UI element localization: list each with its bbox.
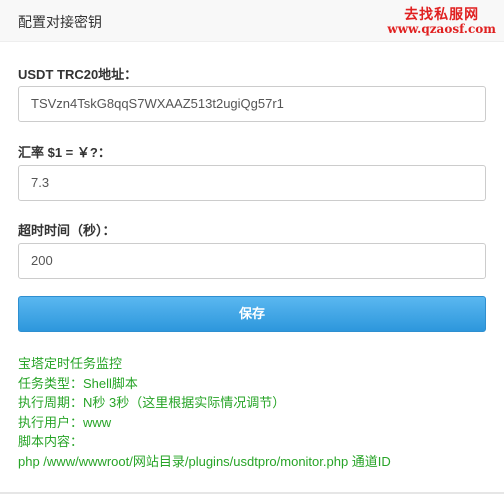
timeout-label: 超时时间（秒）： [18,223,116,238]
exchange-rate-label: 汇率 $1 = ￥?： [18,145,111,160]
watermark-logo: 去找私服网 www.qzaosf.com [387,8,496,36]
timeout-input[interactable]: 200 [18,243,486,279]
dialog-titlebar: 配置对接密钥 去找私服网 www.qzaosf.com [0,0,504,42]
exchange-rate-input[interactable]: 7.3 [18,165,486,201]
cron-info-block: 宝塔定时任务监控 任务类型：Shell脚本 执行周期：N秒 3秒（这里根据实际情… [18,354,498,471]
usdt-address-input[interactable]: TSVzn4TskG8qqS7WXAAZ513t2ugiQg57r1 [18,86,486,122]
usdt-address-label: USDT TRC20地址： [18,67,138,82]
info-line: 脚本内容： [18,434,84,449]
info-line: 任务类型：Shell脚本 [18,375,138,391]
info-line: 宝塔定时任务监控 [18,356,123,371]
info-line: 执行用户：www [18,414,112,430]
info-line: 执行周期：N秒 3秒（这里根据实际情况调节） [18,395,286,410]
watermark-line-2: www.qzaosf.com [387,22,496,36]
save-button[interactable]: 保存 [18,296,486,332]
dialog-title: 配置对接密钥 [18,14,102,30]
watermark-line-1: 去找私服网 [404,7,480,23]
info-line: php /www/wwwroot/网站目录/plugins/usdtpro/mo… [18,453,391,469]
